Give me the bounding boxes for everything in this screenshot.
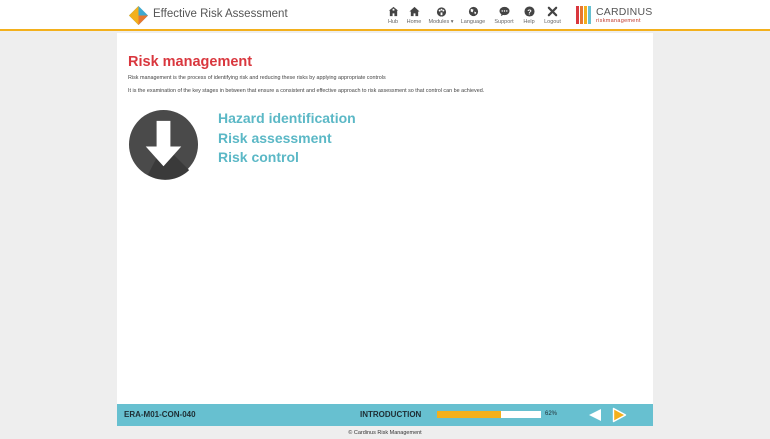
nav-logout[interactable]: Logout — [539, 6, 566, 25]
globe-icon — [468, 6, 478, 17]
top-nav: Hub Home Modules ▾ Language Support ? He… — [383, 6, 566, 25]
progress-label: 62% — [545, 411, 558, 417]
footer-bar: ERA-M01-CON-040 INTRODUCTION 62% — [117, 404, 653, 426]
section-title: INTRODUCTION — [360, 410, 422, 419]
down-arrow-icon — [128, 109, 199, 180]
home-icon — [408, 6, 420, 17]
copyright-text: © Cardinus Risk Management — [348, 430, 422, 436]
svg-text:?: ? — [527, 7, 532, 16]
app-logo-icon — [129, 6, 148, 25]
nav-support[interactable]: Support — [489, 6, 519, 25]
stages-list: Hazard identification Risk assessment Ri… — [218, 109, 356, 168]
nav-logout-label: Logout — [544, 19, 561, 25]
nav-language[interactable]: Language — [457, 6, 489, 25]
nav-help-label: Help — [523, 19, 535, 25]
brand-logo: CARDINUS riskmanagement — [576, 6, 652, 26]
close-icon — [547, 6, 558, 17]
module-code: ERA-M01-CON-040 — [124, 410, 196, 419]
nav-modules-label: Modules ▾ — [428, 19, 454, 25]
nav-support-label: Support — [494, 19, 514, 25]
stage-hazard-identification: Hazard identification — [218, 110, 356, 126]
nav-hub-label: Hub — [387, 19, 399, 25]
progress-bar — [437, 411, 541, 418]
nav-hub[interactable]: Hub — [383, 6, 403, 25]
page-title: Risk management — [128, 54, 253, 70]
nav-help[interactable]: ? Help — [519, 6, 539, 25]
chat-icon — [498, 6, 510, 17]
nav-modules[interactable]: Modules ▾ — [425, 6, 457, 25]
nav-language-label: Language — [460, 19, 486, 25]
modules-icon — [436, 7, 446, 17]
app-title: Effective Risk Assessment — [153, 8, 288, 20]
stage-risk-control: Risk control — [218, 149, 299, 166]
nav-home[interactable]: Home — [403, 6, 425, 25]
content-panel: Risk management Risk management is the p… — [117, 33, 653, 404]
brand-name: CARDINUS — [596, 6, 653, 18]
hub-icon — [388, 6, 398, 17]
help-icon: ? — [523, 6, 535, 17]
nav-home-label: Home — [406, 19, 422, 25]
stage-risk-assessment: Risk assessment — [218, 129, 332, 146]
prev-arrow-icon[interactable] — [588, 408, 602, 422]
intro-paragraph-2: It is the examination of the key stages … — [128, 88, 485, 94]
progress-fill — [437, 411, 502, 418]
top-bar: Effective Risk Assessment Hub Home Modul… — [0, 0, 770, 31]
brand-bars-icon — [576, 6, 591, 24]
next-arrow-icon[interactable] — [612, 407, 627, 423]
brand-subtitle: riskmanagement — [596, 18, 641, 24]
intro-paragraph-1: Risk management is the process of identi… — [128, 75, 386, 81]
